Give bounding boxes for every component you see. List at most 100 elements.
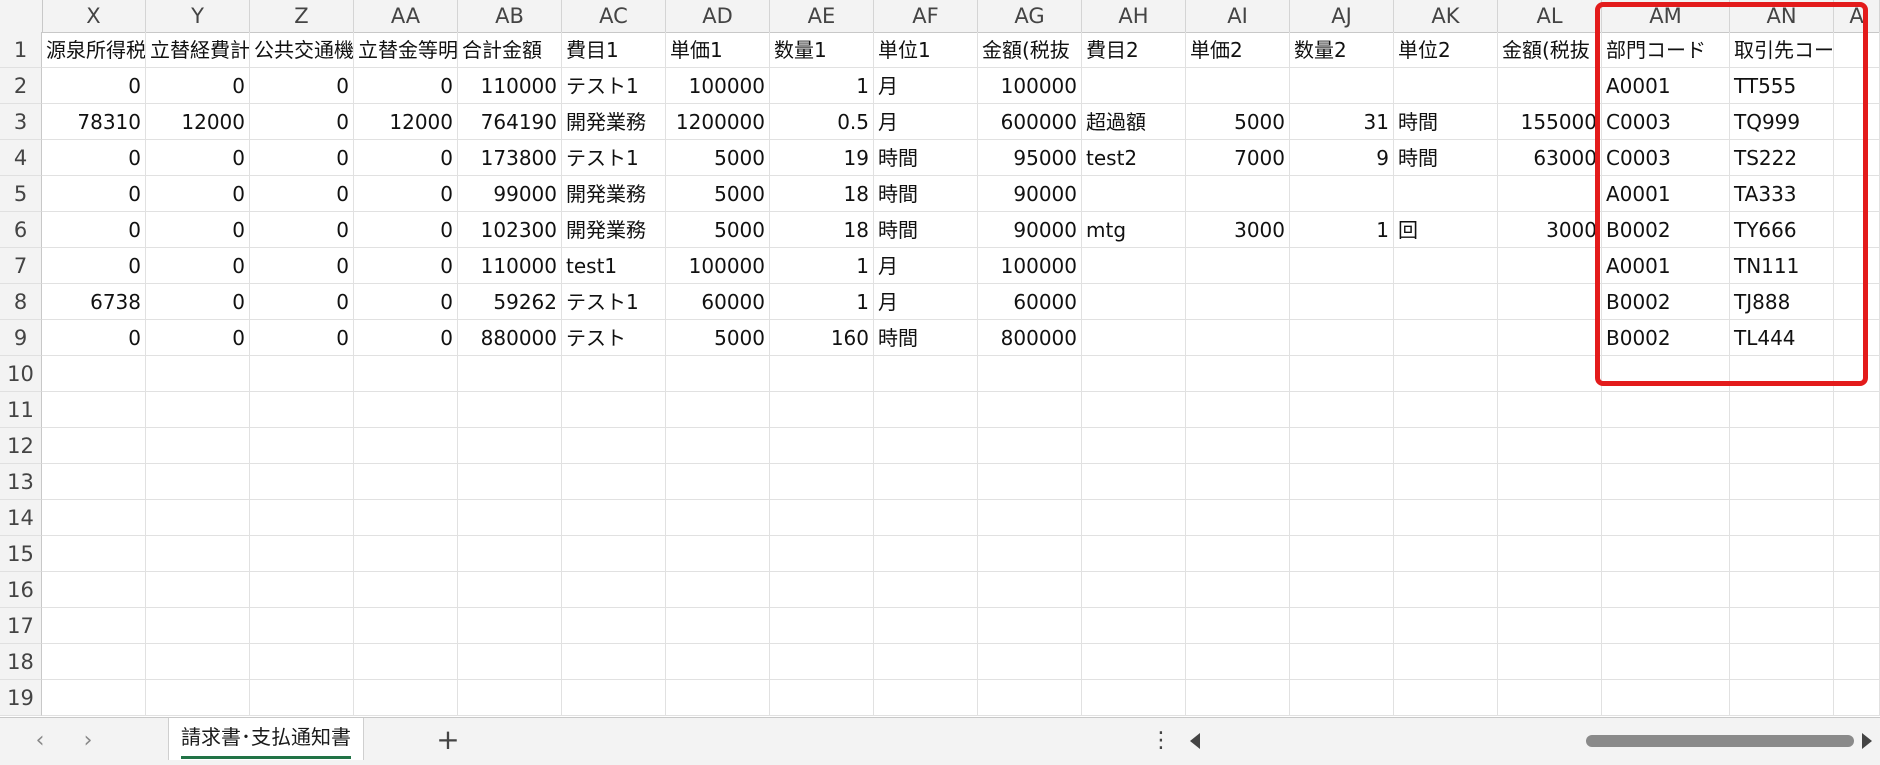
cell-x4[interactable]: 0: [42, 140, 146, 176]
cell-aj8[interactable]: [1290, 284, 1394, 320]
cell-y2[interactable]: 0: [146, 68, 250, 104]
column-header-a[interactable]: A: [1834, 0, 1880, 32]
row-header-16[interactable]: 16: [0, 572, 42, 608]
cell-ai1[interactable]: 単価2: [1186, 32, 1290, 68]
cell-ad6[interactable]: 5000: [666, 212, 770, 248]
cell-ai5[interactable]: [1186, 176, 1290, 212]
cell-aa4[interactable]: 0: [354, 140, 458, 176]
cell-am7[interactable]: A0001: [1602, 248, 1730, 284]
column-header-ak[interactable]: AK: [1394, 0, 1498, 32]
cell-y17[interactable]: [146, 608, 250, 644]
cell-ah2[interactable]: [1082, 68, 1186, 104]
cell-x18[interactable]: [42, 644, 146, 680]
cell-ad1[interactable]: 単価1: [666, 32, 770, 68]
cell-ah13[interactable]: [1082, 464, 1186, 500]
cell-z13[interactable]: [250, 464, 354, 500]
cell-ae4[interactable]: 19: [770, 140, 874, 176]
cell-x2[interactable]: 0: [42, 68, 146, 104]
cell-am4[interactable]: C0003: [1602, 140, 1730, 176]
cell-an16[interactable]: [1730, 572, 1834, 608]
cell-a10[interactable]: [1834, 356, 1880, 392]
cell-ab4[interactable]: 173800: [458, 140, 562, 176]
cell-z17[interactable]: [250, 608, 354, 644]
cell-an14[interactable]: [1730, 500, 1834, 536]
cell-ai15[interactable]: [1186, 536, 1290, 572]
cell-am6[interactable]: B0002: [1602, 212, 1730, 248]
cell-ak15[interactable]: [1394, 536, 1498, 572]
cell-aj15[interactable]: [1290, 536, 1394, 572]
next-sheet-button[interactable]: ›: [72, 726, 104, 756]
cell-ab13[interactable]: [458, 464, 562, 500]
cell-ac17[interactable]: [562, 608, 666, 644]
cell-aj5[interactable]: [1290, 176, 1394, 212]
cell-ae12[interactable]: [770, 428, 874, 464]
cell-ad16[interactable]: [666, 572, 770, 608]
row-header-15[interactable]: 15: [0, 536, 42, 572]
cell-aj10[interactable]: [1290, 356, 1394, 392]
cell-af8[interactable]: 月: [874, 284, 978, 320]
cell-z1[interactable]: 公共交通機: [250, 32, 354, 68]
cell-an4[interactable]: TS222: [1730, 140, 1834, 176]
column-header-an[interactable]: AN: [1730, 0, 1834, 32]
cell-aa14[interactable]: [354, 500, 458, 536]
cell-ak18[interactable]: [1394, 644, 1498, 680]
row-header-8[interactable]: 8: [0, 284, 42, 320]
cell-al8[interactable]: [1498, 284, 1602, 320]
cell-am5[interactable]: A0001: [1602, 176, 1730, 212]
cell-ai9[interactable]: [1186, 320, 1290, 356]
cell-af12[interactable]: [874, 428, 978, 464]
cell-aj17[interactable]: [1290, 608, 1394, 644]
column-header-ad[interactable]: AD: [666, 0, 770, 32]
cell-y5[interactable]: 0: [146, 176, 250, 212]
cell-ag3[interactable]: 600000: [978, 104, 1082, 140]
row-header-14[interactable]: 14: [0, 500, 42, 536]
cell-ak16[interactable]: [1394, 572, 1498, 608]
cell-am10[interactable]: [1602, 356, 1730, 392]
cell-a9[interactable]: [1834, 320, 1880, 356]
cell-ak13[interactable]: [1394, 464, 1498, 500]
cell-y10[interactable]: [146, 356, 250, 392]
sheet-tab-active[interactable]: 請求書･支払通知書: [168, 718, 364, 760]
cell-al11[interactable]: [1498, 392, 1602, 428]
cell-ag11[interactable]: [978, 392, 1082, 428]
cell-ag7[interactable]: 100000: [978, 248, 1082, 284]
cell-al10[interactable]: [1498, 356, 1602, 392]
cell-af6[interactable]: 時間: [874, 212, 978, 248]
cell-z18[interactable]: [250, 644, 354, 680]
row-header-18[interactable]: 18: [0, 644, 42, 680]
cell-z6[interactable]: 0: [250, 212, 354, 248]
cell-ab5[interactable]: 99000: [458, 176, 562, 212]
cell-y7[interactable]: 0: [146, 248, 250, 284]
cell-al1[interactable]: 金額(税抜: [1498, 32, 1602, 68]
cell-y6[interactable]: 0: [146, 212, 250, 248]
row-header-10[interactable]: 10: [0, 356, 42, 392]
cell-an2[interactable]: TT555: [1730, 68, 1834, 104]
cell-aj12[interactable]: [1290, 428, 1394, 464]
cell-ae6[interactable]: 18: [770, 212, 874, 248]
cell-ak17[interactable]: [1394, 608, 1498, 644]
cell-ae1[interactable]: 数量1: [770, 32, 874, 68]
cell-an7[interactable]: TN111: [1730, 248, 1834, 284]
row-header-19[interactable]: 19: [0, 680, 42, 716]
cell-x19[interactable]: [42, 680, 146, 716]
column-header-ai[interactable]: AI: [1186, 0, 1290, 32]
select-all-corner[interactable]: [0, 0, 43, 32]
cell-af19[interactable]: [874, 680, 978, 716]
cell-am14[interactable]: [1602, 500, 1730, 536]
cell-ah10[interactable]: [1082, 356, 1186, 392]
cell-ad11[interactable]: [666, 392, 770, 428]
column-header-al[interactable]: AL: [1498, 0, 1602, 32]
cell-z19[interactable]: [250, 680, 354, 716]
cell-aa18[interactable]: [354, 644, 458, 680]
cell-ah4[interactable]: test2: [1082, 140, 1186, 176]
cell-af9[interactable]: 時間: [874, 320, 978, 356]
cell-a2[interactable]: [1834, 68, 1880, 104]
cell-y4[interactable]: 0: [146, 140, 250, 176]
cell-ab6[interactable]: 102300: [458, 212, 562, 248]
cell-ab17[interactable]: [458, 608, 562, 644]
cell-aa12[interactable]: [354, 428, 458, 464]
scroll-right-icon[interactable]: [1858, 729, 1876, 753]
cell-ah11[interactable]: [1082, 392, 1186, 428]
cell-al3[interactable]: 155000: [1498, 104, 1602, 140]
cell-a13[interactable]: [1834, 464, 1880, 500]
